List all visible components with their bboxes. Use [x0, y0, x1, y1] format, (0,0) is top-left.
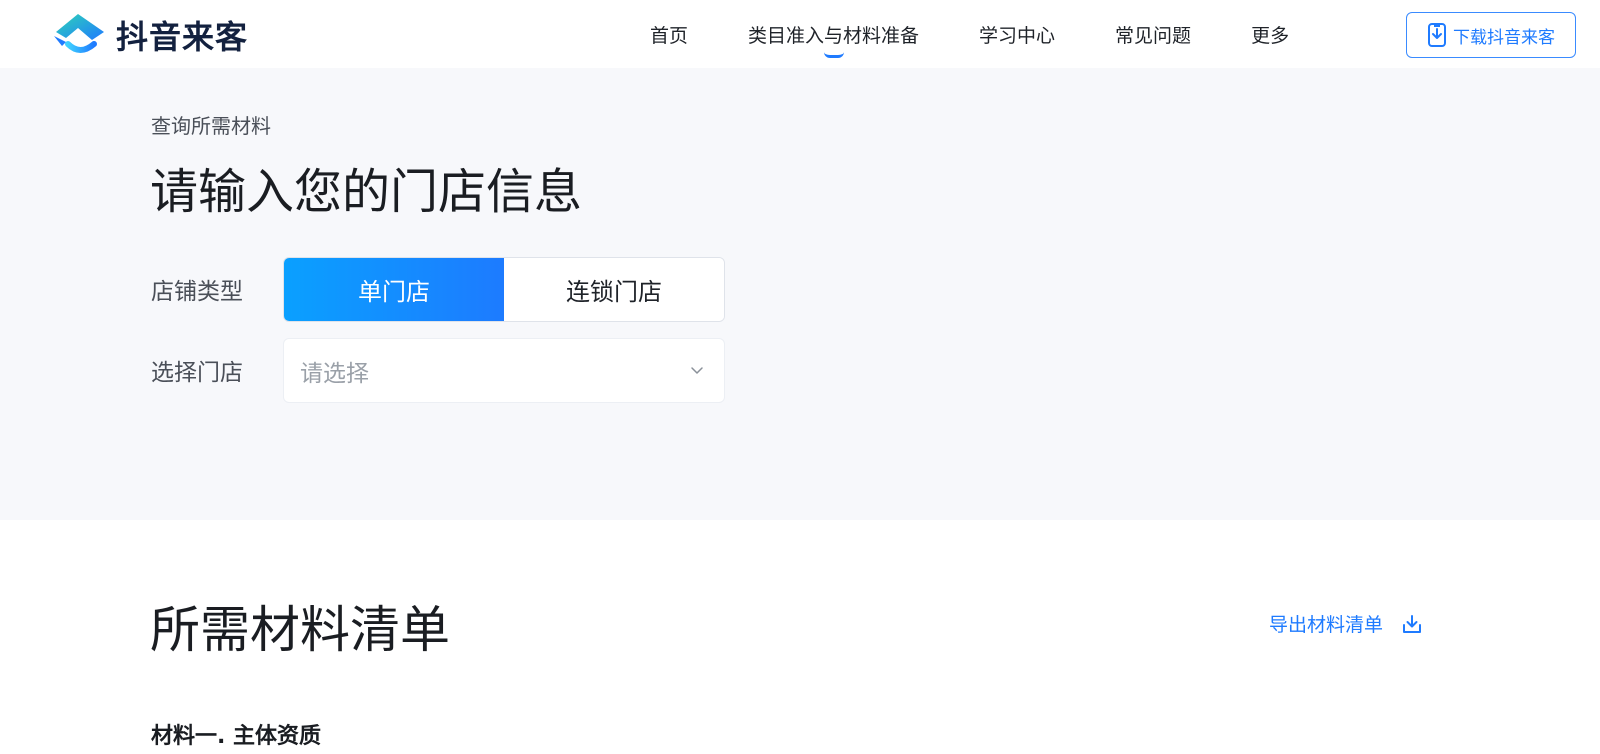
nav-item-home[interactable]: 首页 — [650, 21, 688, 48]
download-app-label: 下载抖音来客 — [1453, 27, 1555, 48]
materials-title: 所需材料清单 — [150, 601, 450, 659]
material-heading-1: 材料一. 主体资质 — [151, 724, 322, 749]
download-tray-icon — [1403, 614, 1422, 633]
nav-item-more[interactable]: 更多 — [1251, 21, 1289, 48]
store-type-toggle: 单门店 连锁门店 — [283, 257, 725, 322]
section-eyebrow: 查询所需材料 — [151, 114, 271, 138]
top-header: 抖音来客 首页 类目准入与材料准备 学习中心 常见问题 更多 下载抖音来客 — [0, 0, 1600, 68]
logo-icon — [54, 14, 104, 53]
download-phone-icon — [1428, 23, 1446, 47]
chevron-down-icon — [691, 367, 703, 374]
export-materials-link[interactable]: 导出材料清单 — [1269, 610, 1423, 637]
nav-item-label: 类目准入与材料准备 — [748, 24, 920, 47]
store-type-single-button[interactable]: 单门店 — [284, 258, 504, 321]
store-select-placeholder: 请选择 — [300, 360, 369, 387]
store-type-chain-button[interactable]: 连锁门店 — [504, 258, 724, 321]
nav-item-label: 首页 — [650, 24, 689, 47]
active-indicator — [823, 52, 844, 58]
store-type-label: 店铺类型 — [151, 279, 243, 305]
download-app-button[interactable]: 下载抖音来客 — [1406, 12, 1576, 58]
main-nav: 首页 类目准入与材料准备 学习中心 常见问题 更多 — [650, 0, 1349, 68]
nav-item-faq[interactable]: 常见问题 — [1115, 21, 1191, 48]
nav-item-label: 学习中心 — [979, 24, 1056, 47]
brand-logo[interactable]: 抖音来客 — [52, 10, 292, 60]
nav-item-learning-center[interactable]: 学习中心 — [979, 21, 1055, 48]
materials-section: 所需材料清单 导出材料清单 材料一. 主体资质 — [0, 520, 1600, 754]
nav-item-label: 更多 — [1251, 24, 1290, 47]
store-info-section: 查询所需材料 请输入您的门店信息 店铺类型 单门店 连锁门店 选择门店 请选择 — [0, 68, 1600, 520]
select-store-label: 选择门店 — [151, 360, 243, 386]
nav-item-category-materials[interactable]: 类目准入与材料准备 — [748, 21, 920, 58]
nav-item-label: 常见问题 — [1115, 24, 1192, 47]
page-title: 请输入您的门店信息 — [150, 164, 583, 220]
store-select[interactable]: 请选择 — [283, 338, 725, 403]
brand-name: 抖音来客 — [116, 18, 249, 56]
export-label: 导出材料清单 — [1269, 614, 1384, 636]
